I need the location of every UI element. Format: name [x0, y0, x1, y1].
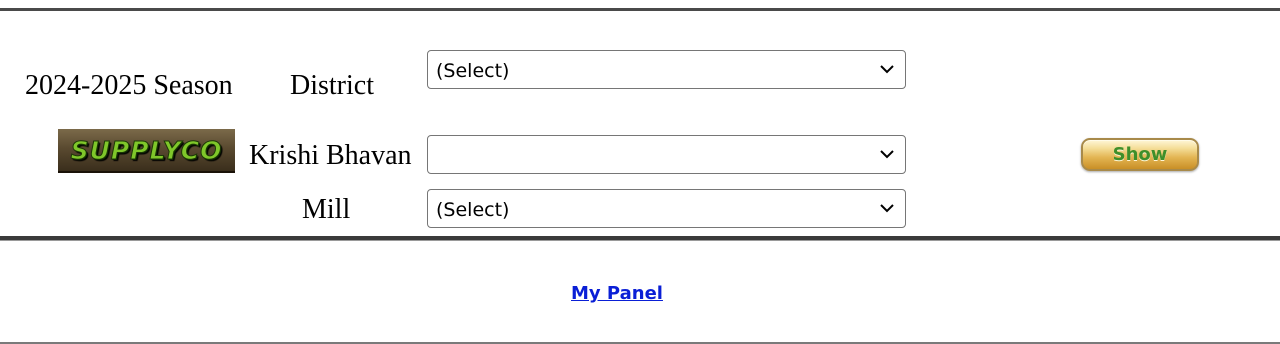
- chevron-down-icon: [880, 150, 894, 159]
- district-select[interactable]: (Select): [427, 50, 906, 89]
- middle-divider: [0, 236, 1280, 241]
- mill-label: Mill: [302, 194, 351, 225]
- district-label: District: [290, 70, 374, 101]
- krishi-bhavan-label: Krishi Bhavan: [249, 140, 412, 171]
- chevron-down-icon: [880, 65, 894, 74]
- krishi-bhavan-select[interactable]: [427, 135, 906, 174]
- top-divider: [0, 8, 1280, 11]
- chevron-down-icon: [880, 204, 894, 213]
- mill-select[interactable]: (Select): [427, 189, 906, 228]
- mill-select-value: (Select): [436, 199, 510, 221]
- logo-text: SUPPLYCO: [70, 135, 223, 165]
- show-button-label: Show: [1112, 144, 1168, 165]
- season-label: 2024-2025 Season: [25, 70, 233, 101]
- show-button[interactable]: Show: [1081, 138, 1199, 171]
- my-panel-link[interactable]: My Panel: [571, 283, 663, 304]
- district-select-value: (Select): [436, 60, 510, 82]
- supplyco-logo: SUPPLYCO: [58, 129, 235, 173]
